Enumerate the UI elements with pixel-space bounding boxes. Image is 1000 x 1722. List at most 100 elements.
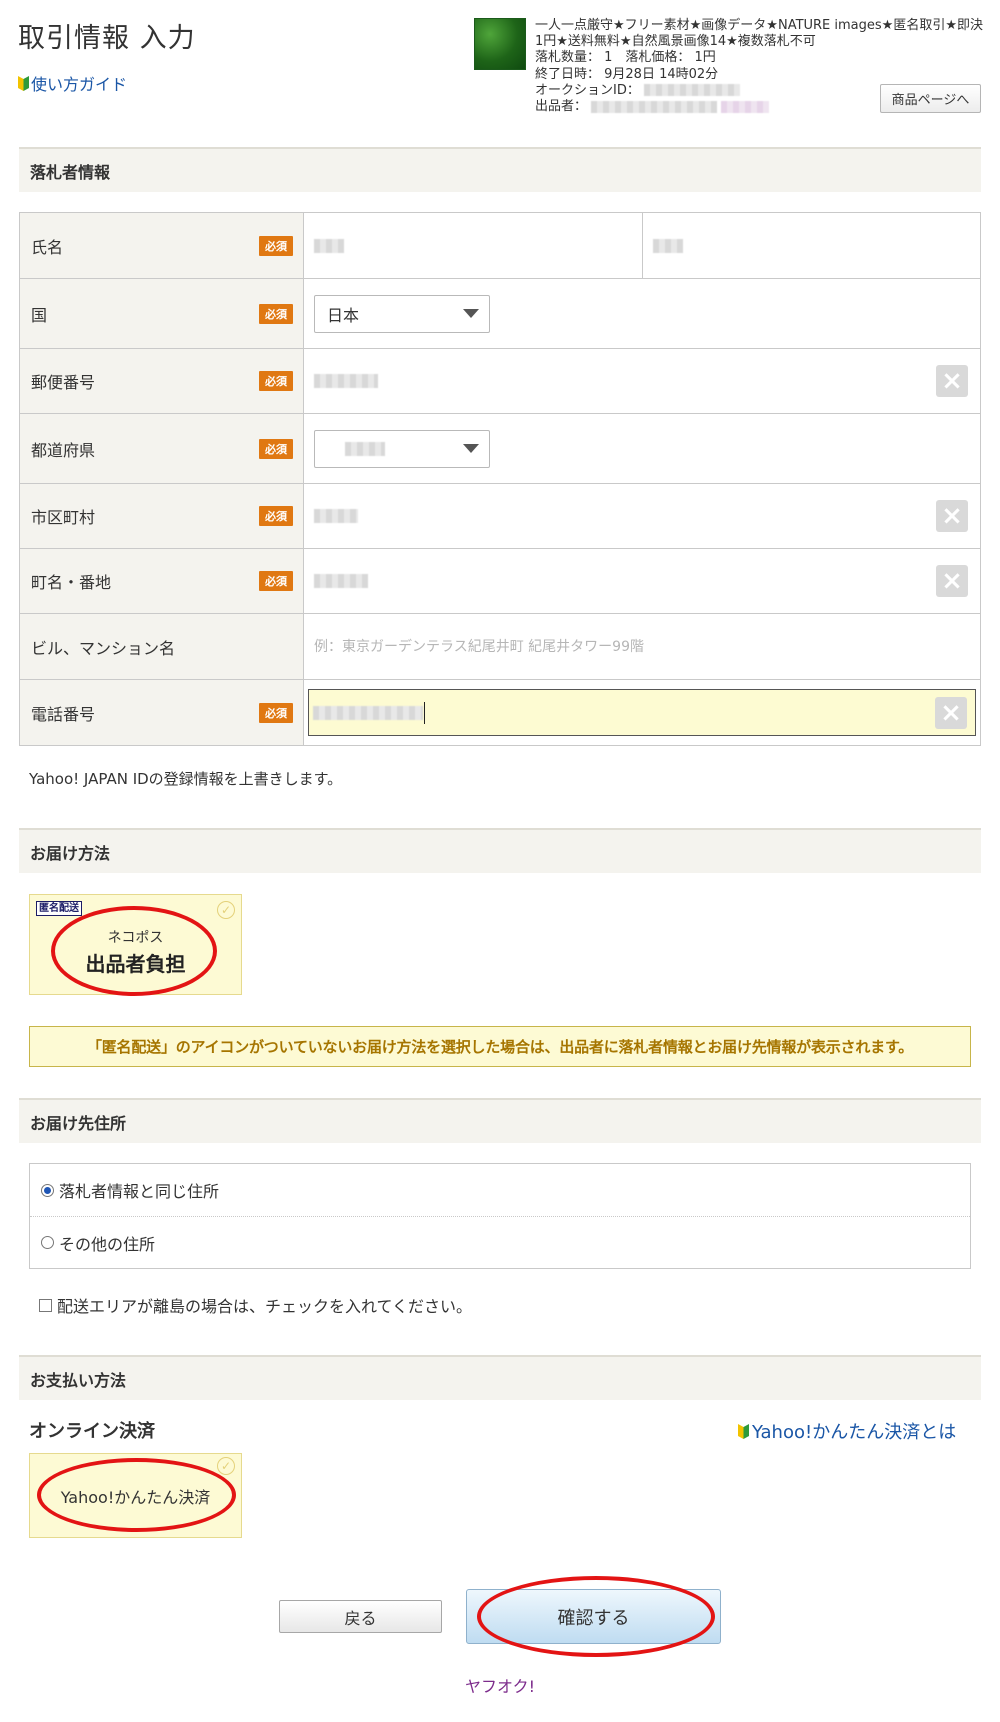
chevron-down-icon	[463, 309, 479, 318]
seller-redacted	[591, 100, 718, 113]
address-option-other-label: その他の住所	[59, 1234, 156, 1254]
product-page-button[interactable]: 商品ページへ	[880, 84, 981, 113]
payment-method-name: Yahoo!かんたん決済	[60, 1488, 211, 1507]
row-phone: 電話番号 必須 ×	[20, 680, 980, 745]
delivery-option-card[interactable]: 匿名配送 ✓ ネコポス 出品者負担	[29, 894, 242, 995]
required-badge: 必須	[259, 303, 293, 324]
section-payment: お支払い方法	[19, 1355, 981, 1400]
winner-form: 氏名 必須 国 必須 日本 郵便番号 必須 × 都道府県 必須 市区町村 必須 …	[19, 212, 981, 746]
building-field	[304, 614, 980, 679]
section-address: お届け先住所	[19, 1098, 981, 1143]
required-badge: 必須	[259, 371, 293, 391]
country-select[interactable]: 日本	[314, 294, 490, 333]
row-label: 国 必須	[20, 279, 304, 348]
section-winner-info: 落札者情報	[19, 147, 981, 192]
auction-id-label: オークションID：	[535, 82, 640, 98]
label-building: ビル、マンション名	[31, 638, 176, 658]
check-circle-icon: ✓	[217, 901, 235, 919]
required-badge: 必須	[259, 506, 293, 526]
close-icon[interactable]: ×	[936, 500, 968, 532]
check-circle-icon: ✓	[217, 1457, 235, 1475]
address-options: 落札者情報と同じ住所 その他の住所	[29, 1163, 971, 1269]
yahuoku-logo[interactable]: ヤフオク!	[0, 1673, 1000, 1697]
row-label: 都道府県 必須	[20, 414, 304, 483]
back-button[interactable]: 戻る	[279, 1600, 442, 1633]
island-checkbox-row[interactable]: 配送エリアが離島の場合は、チェックを入れてください。	[39, 1293, 472, 1317]
easy-pay-info-label: Yahoo!かんたん決済とは	[752, 1422, 957, 1443]
row-label: 町名・番地 必須	[20, 549, 304, 613]
name-fields	[304, 213, 980, 278]
delivery-fee-bearer: 出品者負担	[85, 952, 186, 976]
seller-label: 出品者：	[535, 99, 588, 115]
redacted-value	[652, 238, 683, 253]
country-field: 日本	[304, 279, 980, 348]
page-title: 取引情報 入力	[18, 23, 196, 54]
country-select-value: 日本	[327, 305, 360, 325]
city-field[interactable]: ×	[304, 484, 980, 548]
text-cursor	[424, 701, 425, 724]
item-title: 一人一点厳守★フリー素材★画像データ★NATURE images★匿名取引★即決…	[535, 18, 983, 50]
island-checkbox[interactable]	[39, 1298, 52, 1312]
island-checkbox-label: 配送エリアが離島の場合は、チェックを入れてください。	[57, 1297, 473, 1316]
row-label: 氏名 必須	[20, 213, 304, 278]
first-name-field[interactable]	[641, 213, 981, 278]
address-option-same[interactable]: 落札者情報と同じ住所	[30, 1164, 970, 1216]
label-phone: 電話番号	[31, 704, 96, 724]
online-payment-label: オンライン決済	[29, 1421, 155, 1442]
required-badge: 必須	[259, 235, 293, 256]
phone-input[interactable]: ×	[308, 689, 976, 736]
row-label: 電話番号 必須	[20, 680, 304, 745]
label-name: 氏名	[31, 237, 64, 257]
close-icon[interactable]: ×	[936, 565, 968, 597]
row-label: ビル、マンション名	[20, 614, 304, 679]
required-badge: 必須	[259, 571, 293, 591]
easy-pay-info-link[interactable]: Yahoo!かんたん決済とは	[738, 1418, 956, 1444]
redacted-value	[314, 238, 344, 253]
row-country: 国 必須 日本	[20, 279, 980, 349]
redacted-value	[314, 509, 358, 523]
redacted-value	[314, 374, 378, 388]
row-building: ビル、マンション名	[20, 614, 980, 680]
anonymous-notice: 「匿名配送」のアイコンがついていないお届け方法を選択した場合は、出品者に落札者情…	[29, 1026, 971, 1067]
payment-option-card[interactable]: ✓ Yahoo!かんたん決済	[29, 1453, 242, 1538]
prefecture-select[interactable]	[314, 429, 490, 468]
radio-selected[interactable]	[41, 1183, 54, 1197]
seller-redacted-rating	[721, 100, 770, 113]
label-city: 市区町村	[31, 508, 96, 527]
row-name: 氏名 必須	[20, 213, 980, 279]
postal-field[interactable]: ×	[304, 349, 980, 413]
anonymous-delivery-badge: 匿名配送	[36, 901, 82, 916]
close-icon[interactable]: ×	[936, 365, 968, 397]
row-street: 町名・番地 必須 ×	[20, 549, 980, 614]
beginner-mark-icon	[18, 75, 29, 91]
overwrite-note: Yahoo! JAPAN IDの登録情報を上書きします。	[29, 770, 343, 788]
required-badge: 必須	[259, 438, 293, 459]
last-name-field[interactable]	[304, 213, 642, 278]
chevron-down-icon	[463, 444, 479, 453]
row-label: 市区町村 必須	[20, 484, 304, 548]
item-thumbnail[interactable]	[474, 18, 526, 70]
quantity-price: 落札数量： 1 落札価格： 1円	[535, 50, 716, 66]
row-label: 郵便番号 必須	[20, 349, 304, 413]
confirm-button[interactable]: 確認する	[466, 1589, 721, 1644]
end-time: 終了日時： 9月28日 14時02分	[535, 66, 719, 82]
beginner-mark-icon	[738, 1423, 749, 1439]
prefecture-field	[304, 414, 980, 483]
building-input[interactable]	[304, 614, 980, 679]
radio-unselected[interactable]	[41, 1236, 54, 1249]
guide-link[interactable]: 使い方ガイド	[18, 71, 127, 95]
guide-link-label: 使い方ガイド	[31, 75, 128, 94]
section-delivery: お届け方法	[19, 828, 981, 873]
address-option-same-label: 落札者情報と同じ住所	[59, 1182, 220, 1201]
row-prefecture: 都道府県 必須	[20, 414, 980, 484]
close-icon[interactable]: ×	[935, 696, 967, 729]
redacted-value	[313, 705, 423, 720]
street-field[interactable]: ×	[304, 549, 980, 613]
label-country: 国	[31, 305, 48, 325]
label-prefecture: 都道府県	[31, 440, 96, 460]
label-street: 町名・番地	[31, 573, 112, 592]
phone-field: ×	[304, 680, 980, 745]
required-badge: 必須	[259, 702, 293, 723]
address-option-other[interactable]: その他の住所	[30, 1216, 970, 1268]
label-postal: 郵便番号	[31, 373, 96, 392]
